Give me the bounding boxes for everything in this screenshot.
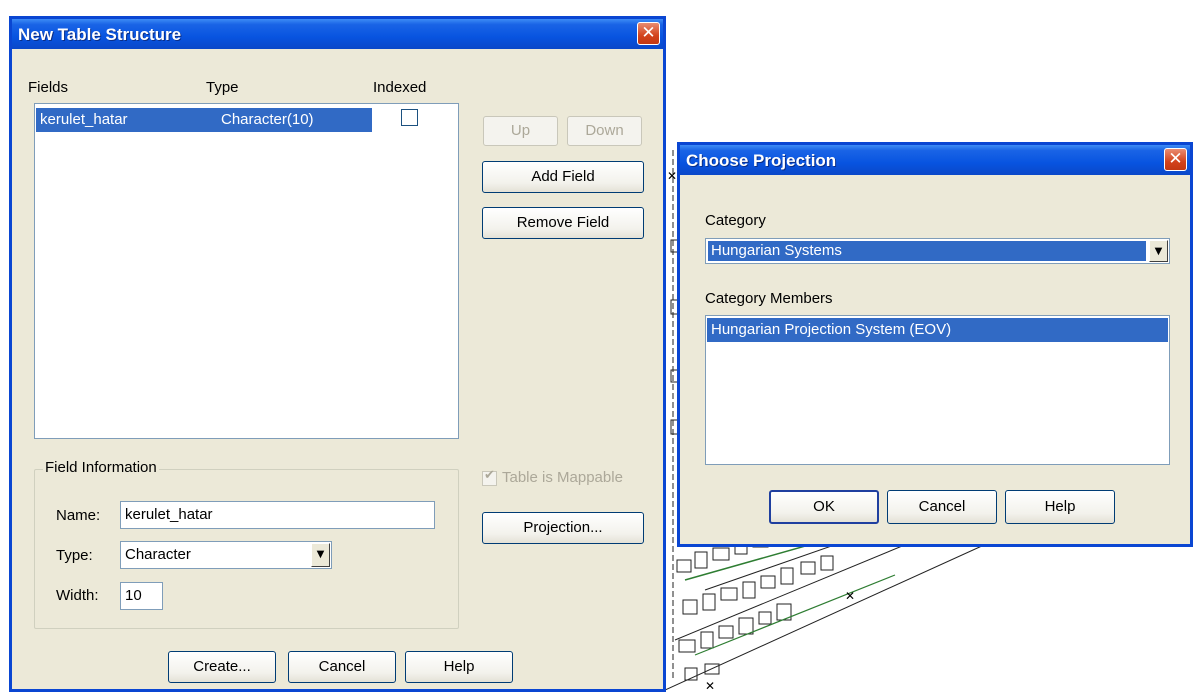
choose-projection-dialog: Choose Projection ✕ Category Hungarian S… [677,142,1193,547]
remove-field-button[interactable]: Remove Field [482,207,644,239]
fields-column-header: Fields [28,79,69,96]
type-column-header: Type [206,79,239,96]
mappable-label: Table is Mappable [502,469,623,486]
check-icon: ✔ [484,468,495,483]
create-button[interactable]: Create... [168,651,276,683]
field-name-cell: kerulet_hatar [40,111,128,128]
up-button[interactable]: Up [483,116,558,146]
mappable-checkbox[interactable]: ✔ [482,468,497,486]
category-select[interactable]: Hungarian Systems ▼ [705,238,1170,264]
category-members-list[interactable]: Hungarian Projection System (EOV) [705,315,1170,465]
type-select-value: Character [125,546,191,563]
width-label: Width: [56,587,99,604]
type-label: Type: [56,547,93,564]
add-field-button[interactable]: Add Field [482,161,644,193]
map-green-road [694,574,896,656]
new-table-structure-dialog: New Table Structure ✕ Fields Type Indexe… [9,16,666,692]
type-select[interactable]: Character ▼ [120,541,332,569]
help-button[interactable]: Help [405,651,513,683]
name-label: Name: [56,507,101,524]
ok-button[interactable]: OK [769,490,879,524]
category-select-value: Hungarian Systems [708,241,1146,261]
down-button[interactable]: Down [567,116,642,146]
indexed-column-header: Indexed [373,79,427,96]
dialog-title: Choose Projection [686,151,837,170]
cancel-button[interactable]: Cancel [288,651,396,683]
new-table-titlebar[interactable]: New Table Structure ✕ [12,19,663,49]
table-row[interactable]: kerulet_hatar Character(10) [36,108,372,132]
projection-button[interactable]: Projection... [482,512,644,544]
width-field[interactable]: 10 [120,582,163,610]
chevron-down-icon[interactable]: ▼ [311,543,330,567]
list-item[interactable]: Hungarian Projection System (EOV) [707,318,1168,342]
category-label: Category [705,212,766,229]
field-information-group: Field Information Name: kerulet_hatar Ty… [34,459,459,629]
category-members-label: Category Members [705,290,833,307]
map-marker: ✕ [845,589,855,603]
dialog-title: New Table Structure [18,25,182,44]
choose-projection-titlebar[interactable]: Choose Projection ✕ [680,145,1190,175]
field-type-cell: Character(10) [221,111,314,128]
help-button[interactable]: Help [1005,490,1115,524]
map-marker: ✕ [705,679,715,692]
cancel-button[interactable]: Cancel [887,490,997,524]
chevron-down-icon[interactable]: ▼ [1149,240,1168,262]
name-field[interactable]: kerulet_hatar [120,501,435,529]
group-legend: Field Information [43,459,159,476]
close-icon[interactable]: ✕ [1164,148,1187,171]
indexed-checkbox[interactable] [401,109,418,126]
map-marker: ✕ [667,169,677,183]
fields-list[interactable]: kerulet_hatar Character(10) [34,103,459,439]
close-icon[interactable]: ✕ [637,22,660,45]
